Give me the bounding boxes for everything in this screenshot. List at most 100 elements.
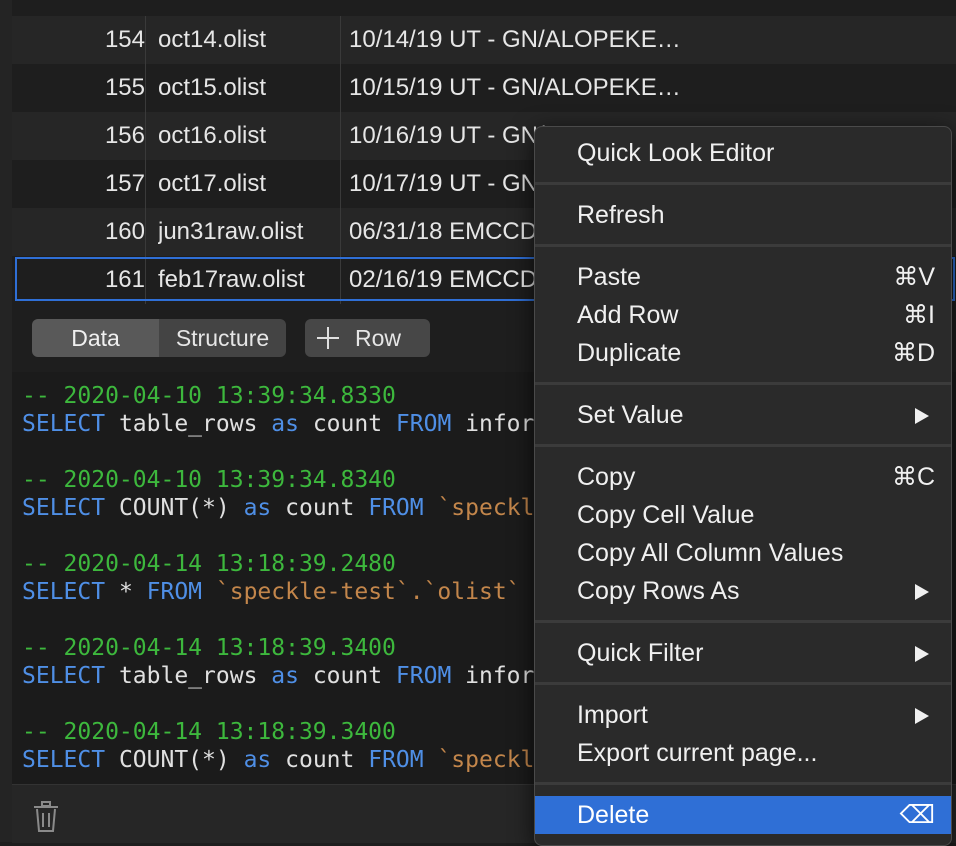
row-name[interactable]: oct15.olist: [158, 64, 338, 112]
menu-item-quick-look-editor[interactable]: Quick Look Editor: [535, 134, 951, 172]
log-timestamp: -- 2020-04-14 13:18:39.2480: [22, 551, 396, 577]
row-description[interactable]: 10/15/19 UT - GN/ALOPEKE…: [349, 64, 949, 112]
menu-label: Paste: [577, 263, 641, 291]
shortcut: ⌘C: [891, 463, 935, 491]
row-description[interactable]: 10/14/19 UT - GN/ALOPEKE…: [349, 16, 949, 64]
menu-item-add-row[interactable]: Add Row ⌘I: [535, 296, 951, 334]
submenu-arrow-icon: [915, 708, 929, 724]
menu-item-copy-rows-as[interactable]: Copy Rows As: [535, 572, 951, 610]
sql-string: `speckle-test`.`olist`: [202, 579, 521, 605]
sql-text: table_rows: [105, 663, 272, 689]
row-name[interactable]: oct17.olist: [158, 160, 338, 208]
menu-item-quick-filter[interactable]: Quick Filter: [535, 634, 951, 672]
sql-keyword: SELECT: [22, 411, 106, 437]
menu-item-copy[interactable]: Copy ⌘C: [535, 458, 951, 496]
sql-keyword: FROM: [395, 411, 452, 437]
table-row-partial[interactable]: [12, 0, 956, 16]
menu-separator: [535, 182, 951, 185]
log-timestamp: -- 2020-04-14 13:18:39.3400: [22, 635, 396, 661]
menu-label: Delete: [577, 801, 650, 829]
menu-label: Quick Look Editor: [577, 139, 775, 167]
menu-label: Add Row: [577, 301, 679, 329]
menu-item-duplicate[interactable]: Duplicate ⌘D: [535, 334, 951, 372]
menu-label: Quick Filter: [577, 639, 704, 667]
table-row[interactable]: 154 oct14.olist 10/14/19 UT - GN/ALOPEKE…: [12, 16, 956, 64]
row-name[interactable]: feb17raw.olist: [158, 256, 338, 304]
menu-item-import[interactable]: Import: [535, 696, 951, 734]
menu-item-export-current-page[interactable]: Export current page...: [535, 734, 951, 772]
row-id[interactable]: 160: [12, 208, 146, 256]
sql-keyword: SELECT: [22, 747, 106, 773]
column-divider: [340, 112, 341, 160]
row-id[interactable]: 157: [12, 160, 146, 208]
sql-keyword: FROM: [395, 663, 452, 689]
column-divider: [340, 16, 341, 64]
menu-label: Export current page...: [577, 739, 818, 767]
tab-structure[interactable]: Structure: [159, 319, 286, 357]
menu-separator: [535, 782, 951, 785]
sql-keyword: as: [243, 747, 272, 773]
sql-text: count: [271, 495, 369, 521]
sql-keyword: FROM: [368, 495, 424, 521]
row-name[interactable]: oct14.olist: [158, 16, 338, 64]
sql-keyword: FROM: [368, 747, 424, 773]
menu-separator: [535, 682, 951, 685]
sql-keyword: as: [243, 495, 272, 521]
sql-keyword: SELECT: [22, 579, 106, 605]
shortcut: ⌘I: [903, 301, 935, 329]
plus-icon: [317, 327, 339, 349]
log-timestamp: -- 2020-04-10 13:39:34.8330: [22, 383, 396, 409]
menu-label: Copy Rows As: [577, 577, 740, 605]
menu-item-refresh[interactable]: Refresh: [535, 196, 951, 234]
sql-keyword: SELECT: [22, 663, 106, 689]
context-menu: Quick Look Editor Refresh Paste ⌘V Add Ro…: [534, 126, 952, 846]
sql-text: COUNT(*): [105, 495, 244, 521]
menu-item-copy-all-column-values[interactable]: Copy All Column Values: [535, 534, 951, 572]
table-row[interactable]: 155 oct15.olist 10/15/19 UT - GN/ALOPEKE…: [12, 64, 956, 112]
row-id[interactable]: 161: [12, 256, 146, 304]
menu-label: Copy: [577, 463, 636, 491]
row-id[interactable]: 156: [12, 112, 146, 160]
row-id[interactable]: 155: [12, 64, 146, 112]
menu-label: Duplicate: [577, 339, 682, 367]
add-row-label: Row: [355, 325, 402, 351]
menu-separator: [535, 620, 951, 623]
sql-text: COUNT(*): [105, 747, 244, 773]
window-edge: [0, 0, 12, 842]
row-name[interactable]: jun31raw.olist: [158, 208, 338, 256]
view-segmented-control: Data Structure: [32, 319, 286, 357]
menu-item-set-value[interactable]: Set Value: [535, 396, 951, 434]
log-timestamp: -- 2020-04-14 13:18:39.3400: [22, 719, 396, 745]
sql-text: table_rows: [105, 411, 272, 437]
submenu-arrow-icon: [915, 584, 929, 600]
sql-keyword: as: [271, 663, 299, 689]
column-divider: [340, 256, 341, 304]
menu-separator: [535, 382, 951, 385]
log-timestamp: -- 2020-04-10 13:39:34.8340: [22, 467, 396, 493]
menu-label: Set Value: [577, 401, 684, 429]
row-name[interactable]: oct16.olist: [158, 112, 338, 160]
shortcut: ⌘D: [891, 339, 935, 367]
menu-item-paste[interactable]: Paste ⌘V: [535, 258, 951, 296]
menu-separator: [535, 244, 951, 247]
trash-icon[interactable]: [32, 801, 60, 833]
sql-text: count: [298, 663, 396, 689]
tab-data[interactable]: Data: [32, 319, 159, 357]
row-id[interactable]: 154: [12, 16, 146, 64]
add-row-button[interactable]: Row: [305, 319, 430, 357]
menu-label: Copy All Column Values: [577, 539, 844, 567]
sql-keyword: SELECT: [22, 495, 106, 521]
menu-label: Refresh: [577, 201, 665, 229]
sql-keyword: as: [271, 411, 299, 437]
menu-item-delete[interactable]: Delete ⌫: [535, 796, 951, 834]
sql-text: *: [105, 579, 147, 605]
sql-text: count: [271, 747, 369, 773]
menu-label: Import: [577, 701, 648, 729]
column-divider: [340, 160, 341, 208]
column-divider: [340, 208, 341, 256]
submenu-arrow-icon: [915, 646, 929, 662]
submenu-arrow-icon: [915, 408, 929, 424]
shortcut: ⌘V: [893, 263, 935, 291]
menu-item-copy-cell-value[interactable]: Copy Cell Value: [535, 496, 951, 534]
menu-label: Copy Cell Value: [577, 501, 755, 529]
